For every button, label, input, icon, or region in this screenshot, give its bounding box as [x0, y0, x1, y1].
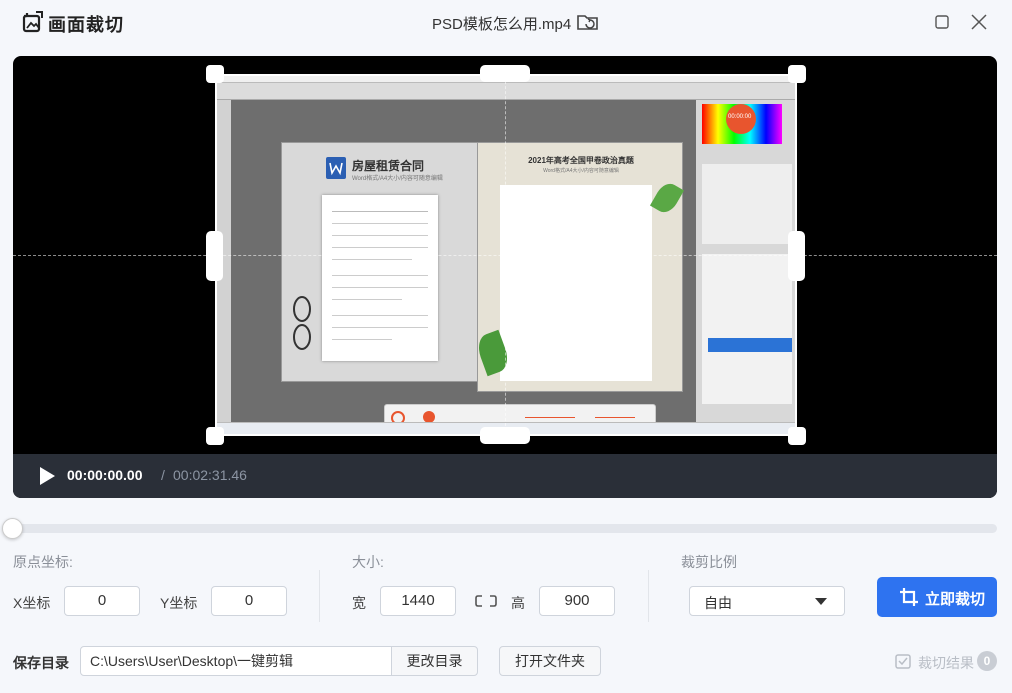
- play-icon[interactable]: [37, 466, 57, 486]
- crop-box[interactable]: [215, 74, 797, 436]
- timeline-slider[interactable]: [13, 524, 997, 533]
- change-file-icon[interactable]: [576, 10, 600, 34]
- crop-handle-right[interactable]: [788, 231, 805, 281]
- height-input[interactable]: 900: [539, 586, 615, 616]
- video-player: 房屋租赁合同 Word格式/A4大小/内容可随意编辑 2021年高考全国甲卷政治…: [13, 56, 997, 498]
- crop-handle-top-right[interactable]: [788, 65, 806, 83]
- size-label: 大小:: [352, 554, 384, 570]
- maximize-icon[interactable]: [932, 12, 952, 32]
- ratio-select-value: 自由: [704, 595, 732, 611]
- crop-handle-left[interactable]: [206, 231, 223, 281]
- y-label: Y坐标: [160, 595, 198, 611]
- change-dir-button[interactable]: 更改目录: [391, 646, 478, 676]
- open-folder-button[interactable]: 打开文件夹: [499, 646, 601, 676]
- save-path-field[interactable]: C:\Users\User\Desktop\一键剪辑: [80, 646, 392, 676]
- crop-result-label[interactable]: 裁切结果: [918, 653, 974, 673]
- link-ratio-icon[interactable]: [474, 592, 498, 610]
- crop-result-count: 0: [977, 651, 997, 671]
- chevron-down-icon: [815, 598, 827, 605]
- crop-handle-bottom-right[interactable]: [788, 427, 806, 445]
- timeline-slider-handle[interactable]: [2, 518, 23, 539]
- save-dir-label: 保存目录: [13, 655, 69, 671]
- ratio-label: 裁剪比例: [681, 554, 737, 570]
- close-icon[interactable]: [969, 12, 989, 32]
- current-time: 00:00:00.00: [67, 467, 143, 483]
- ratio-select[interactable]: 自由: [689, 586, 845, 616]
- x-input[interactable]: 0: [64, 586, 140, 616]
- total-time: 00:02:31.46: [173, 467, 247, 483]
- width-input[interactable]: 1440: [380, 586, 456, 616]
- time-separator: /: [161, 467, 165, 483]
- player-controls: 00:00:00.00 / 00:02:31.46: [13, 454, 997, 498]
- width-label: 宽: [352, 595, 366, 611]
- crop-handle-bottom[interactable]: [480, 427, 530, 444]
- divider: [648, 570, 649, 622]
- crop-handle-bottom-left[interactable]: [206, 427, 224, 445]
- crop-handle-top[interactable]: [480, 65, 530, 82]
- y-input[interactable]: 0: [211, 586, 287, 616]
- origin-label: 原点坐标:: [13, 554, 73, 570]
- crop-now-label: 立即裁切: [925, 591, 986, 608]
- crop-now-button[interactable]: 立即裁切: [877, 577, 997, 617]
- crop-icon: [900, 588, 918, 606]
- result-check-icon: [895, 654, 911, 669]
- app-title: 画面裁切: [48, 15, 124, 35]
- video-crop-window: 画面裁切 PSD模板怎么用.mp4 房屋租赁合同 Word格式/A4大小/内容可…: [0, 0, 1012, 693]
- title-bar: 画面裁切 PSD模板怎么用.mp4: [0, 0, 1012, 44]
- crop-app-icon: [22, 11, 43, 33]
- file-name: PSD模板怎么用.mp4: [432, 16, 572, 33]
- height-label: 高: [511, 595, 525, 611]
- divider: [319, 570, 320, 622]
- crop-handle-top-left[interactable]: [206, 65, 224, 83]
- x-label: X坐标: [13, 595, 51, 611]
